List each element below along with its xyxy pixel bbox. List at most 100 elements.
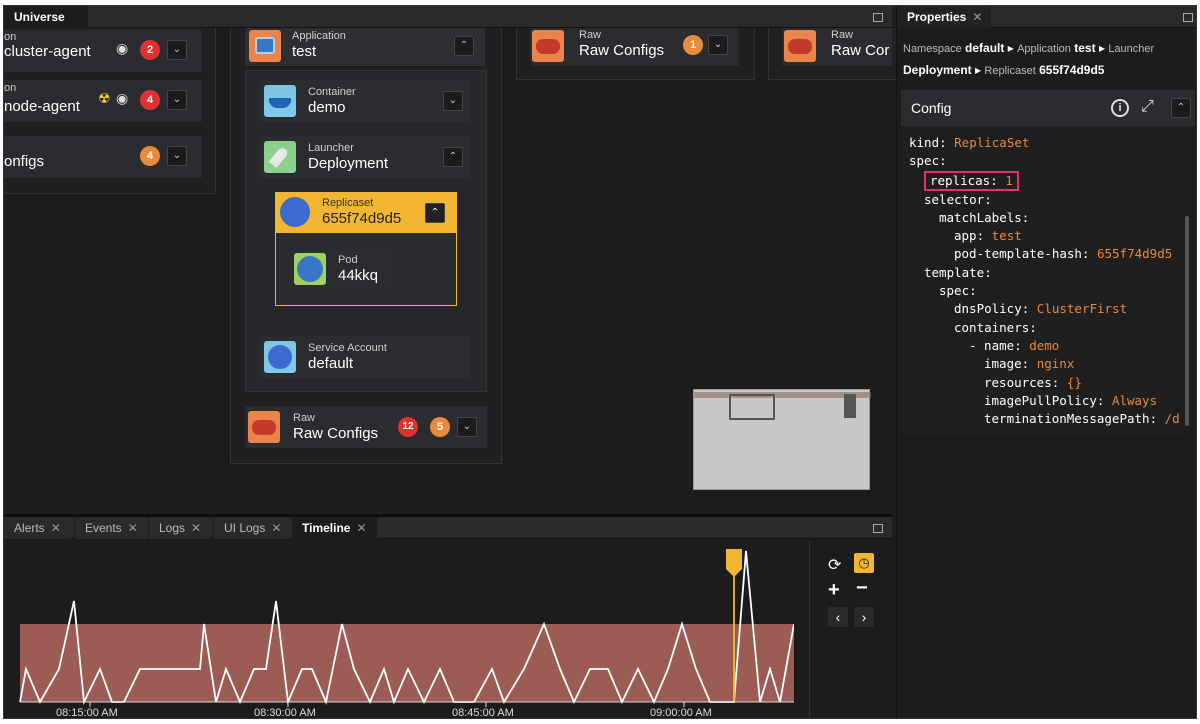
yaml-line: - name: demo bbox=[969, 337, 1060, 353]
chevron-right-icon[interactable]: › bbox=[854, 607, 874, 627]
maximize-icon[interactable] bbox=[873, 13, 883, 22]
yaml-line-replicas: replicas: 1 bbox=[909, 170, 1191, 191]
spy-icon: ◉ bbox=[116, 90, 129, 106]
close-icon[interactable]: ✕ bbox=[191, 521, 201, 535]
breadcrumb-deployment[interactable]: Deployment bbox=[903, 63, 972, 77]
chevron-down-icon[interactable]: ⌄ bbox=[167, 90, 187, 110]
properties-panel: Properties ✕ Namespace default ▸ Applicat… bbox=[896, 6, 1196, 718]
tab-properties[interactable]: Properties ✕ bbox=[897, 6, 991, 28]
card-raw-configs-top[interactable]: Raw Raw Configs 1 ⌄ bbox=[530, 28, 739, 66]
yaml-line: image: nginx bbox=[984, 356, 1075, 372]
alert-badge[interactable]: 4 bbox=[140, 90, 160, 110]
card-launcher[interactable]: Launcher Deployment ⌃ bbox=[260, 136, 471, 178]
spy-icon: ◉ bbox=[116, 40, 129, 56]
config-header: Config i ⤢ ⌃ bbox=[901, 90, 1195, 126]
x-tick-label: 09:00:00 AM bbox=[650, 707, 712, 719]
yaml-line: imagePullPolicy: Always bbox=[984, 392, 1158, 408]
card-configs[interactable]: onfigs 4 ⌄ bbox=[4, 136, 202, 178]
card-node-agent[interactable]: on node-agent ☢ ◉ 4 ⌄ bbox=[4, 80, 202, 122]
minimap-viewport[interactable] bbox=[729, 394, 775, 420]
close-icon[interactable]: ✕ bbox=[51, 521, 61, 535]
application-icon bbox=[249, 30, 281, 62]
time-cursor-handle[interactable] bbox=[726, 549, 742, 577]
yaml-line: terminationMessagePath: /d bbox=[984, 411, 1180, 427]
meat-icon bbox=[248, 411, 280, 443]
breadcrumb-application[interactable]: test bbox=[1074, 41, 1095, 55]
close-icon[interactable]: ✕ bbox=[271, 521, 281, 535]
chevron-up-icon[interactable]: ⌃ bbox=[454, 36, 474, 56]
chevron-down-icon[interactable]: ⌄ bbox=[457, 417, 477, 437]
yaml-line: kind: ReplicaSet bbox=[909, 135, 1030, 150]
chevron-up-icon[interactable]: ⌃ bbox=[443, 147, 463, 167]
x-tick-label: 08:45:00 AM bbox=[452, 707, 514, 719]
chevron-down-icon[interactable]: ⌄ bbox=[443, 91, 463, 111]
canvas-tabbar bbox=[4, 6, 892, 28]
tab-alerts[interactable]: Alerts ✕ bbox=[4, 517, 71, 539]
close-icon[interactable]: ✕ bbox=[128, 521, 138, 535]
yaml-line: containers: bbox=[954, 319, 1037, 335]
yaml-scrollbar[interactable] bbox=[1185, 216, 1189, 426]
tab-ui-logs[interactable]: UI Logs ✕ bbox=[213, 517, 292, 539]
x-tick-label: 08:15:00 AM bbox=[56, 707, 118, 719]
yaml-line: spec: bbox=[909, 153, 947, 169]
refresh-icon[interactable]: ⟳ bbox=[828, 555, 841, 575]
meat-icon bbox=[532, 30, 564, 62]
info-icon[interactable]: i bbox=[1111, 99, 1129, 117]
chevron-down-icon[interactable]: ⌄ bbox=[167, 146, 187, 166]
expand-icon[interactable]: ⤢ bbox=[1141, 98, 1154, 116]
pod-icon bbox=[294, 253, 326, 285]
card-application[interactable]: Application test ⌃ bbox=[245, 28, 485, 66]
breadcrumb-namespace[interactable]: default bbox=[965, 41, 1004, 55]
rocket-icon bbox=[264, 141, 296, 173]
breadcrumb-replicaset: 655f74d9d5 bbox=[1039, 63, 1105, 77]
card-replicaset[interactable]: Replicaset 655f74d9d5 ⌃ bbox=[276, 193, 456, 233]
x-tick-label: 08:30:00 AM bbox=[254, 707, 316, 719]
meat-icon bbox=[784, 30, 816, 62]
warning-badge[interactable]: 4 bbox=[140, 146, 160, 166]
card-pod[interactable]: Pod 44kkq bbox=[290, 249, 396, 289]
breadcrumb: Namespace default ▸ Application test ▸ L… bbox=[903, 41, 1155, 77]
alert-badge[interactable]: 12 bbox=[398, 417, 418, 437]
maximize-icon[interactable] bbox=[873, 524, 883, 533]
card-raw-configs-inner[interactable]: Raw Raw Configs 12 5 ⌄ bbox=[245, 406, 487, 448]
card-cluster-agent[interactable]: on cluster-agent ◉ 2 ⌄ bbox=[4, 30, 202, 72]
yaml-line: resources: {} bbox=[984, 374, 1082, 390]
minimap[interactable] bbox=[693, 389, 871, 490]
bottom-panel: Alerts ✕ Events ✕ Logs ✕ UI Logs ✕ Timeline ✕… bbox=[4, 514, 892, 719]
yaml-line: dnsPolicy: ClusterFirst bbox=[954, 301, 1128, 317]
canvas-panel: Universe on cluster-agent ◉ 2 ⌄ on node-… bbox=[4, 6, 898, 514]
tab-logs[interactable]: Logs ✕ bbox=[148, 517, 212, 539]
card-container[interactable]: Container demo ⌄ bbox=[260, 80, 471, 122]
chevron-up-icon[interactable]: ⌃ bbox=[1171, 98, 1191, 118]
warning-badge[interactable]: 1 bbox=[683, 35, 703, 55]
chevron-down-icon[interactable]: ⌄ bbox=[167, 40, 187, 60]
maximize-icon[interactable] bbox=[1183, 13, 1193, 22]
close-icon[interactable]: ✕ bbox=[356, 521, 366, 535]
yaml-line: app: test bbox=[954, 228, 1022, 244]
yaml-line: template: bbox=[924, 264, 992, 280]
yaml-line: matchLabels: bbox=[939, 209, 1030, 225]
tab-events[interactable]: Events ✕ bbox=[74, 517, 148, 539]
chevron-left-icon[interactable]: ‹ bbox=[828, 607, 848, 627]
yaml-line: spec: bbox=[939, 283, 977, 299]
tab-universe[interactable]: Universe bbox=[4, 6, 88, 28]
card-raw-configs-top-2[interactable]: Raw Raw Cor bbox=[782, 28, 892, 66]
chevron-up-icon[interactable]: ⌃ bbox=[425, 203, 445, 223]
yaml-viewer: kind: ReplicaSet spec: replicas: 1 selec… bbox=[901, 126, 1191, 434]
timeline-controls: ⟳ ◷ + − ‹ › bbox=[809, 541, 892, 718]
zoom-out-icon[interactable]: − bbox=[856, 577, 868, 600]
chevron-down-icon[interactable]: ⌄ bbox=[708, 35, 728, 55]
yaml-line: pod-template-hash: 655f74d9d5 bbox=[954, 246, 1173, 262]
alert-badge[interactable]: 2 bbox=[140, 40, 160, 60]
card-service-account[interactable]: Service Account default bbox=[260, 336, 471, 378]
tab-timeline[interactable]: Timeline ✕ bbox=[292, 517, 377, 539]
yaml-line: selector: bbox=[924, 191, 992, 207]
radiation-icon: ☢ bbox=[98, 90, 111, 106]
service-account-icon bbox=[264, 341, 296, 373]
close-icon[interactable]: ✕ bbox=[972, 10, 982, 24]
replicaset-icon bbox=[280, 197, 310, 227]
timeline-chart[interactable] bbox=[4, 541, 794, 719]
zoom-in-icon[interactable]: + bbox=[828, 579, 840, 602]
warning-badge[interactable]: 5 bbox=[430, 417, 450, 437]
history-icon[interactable]: ◷ bbox=[854, 553, 874, 573]
